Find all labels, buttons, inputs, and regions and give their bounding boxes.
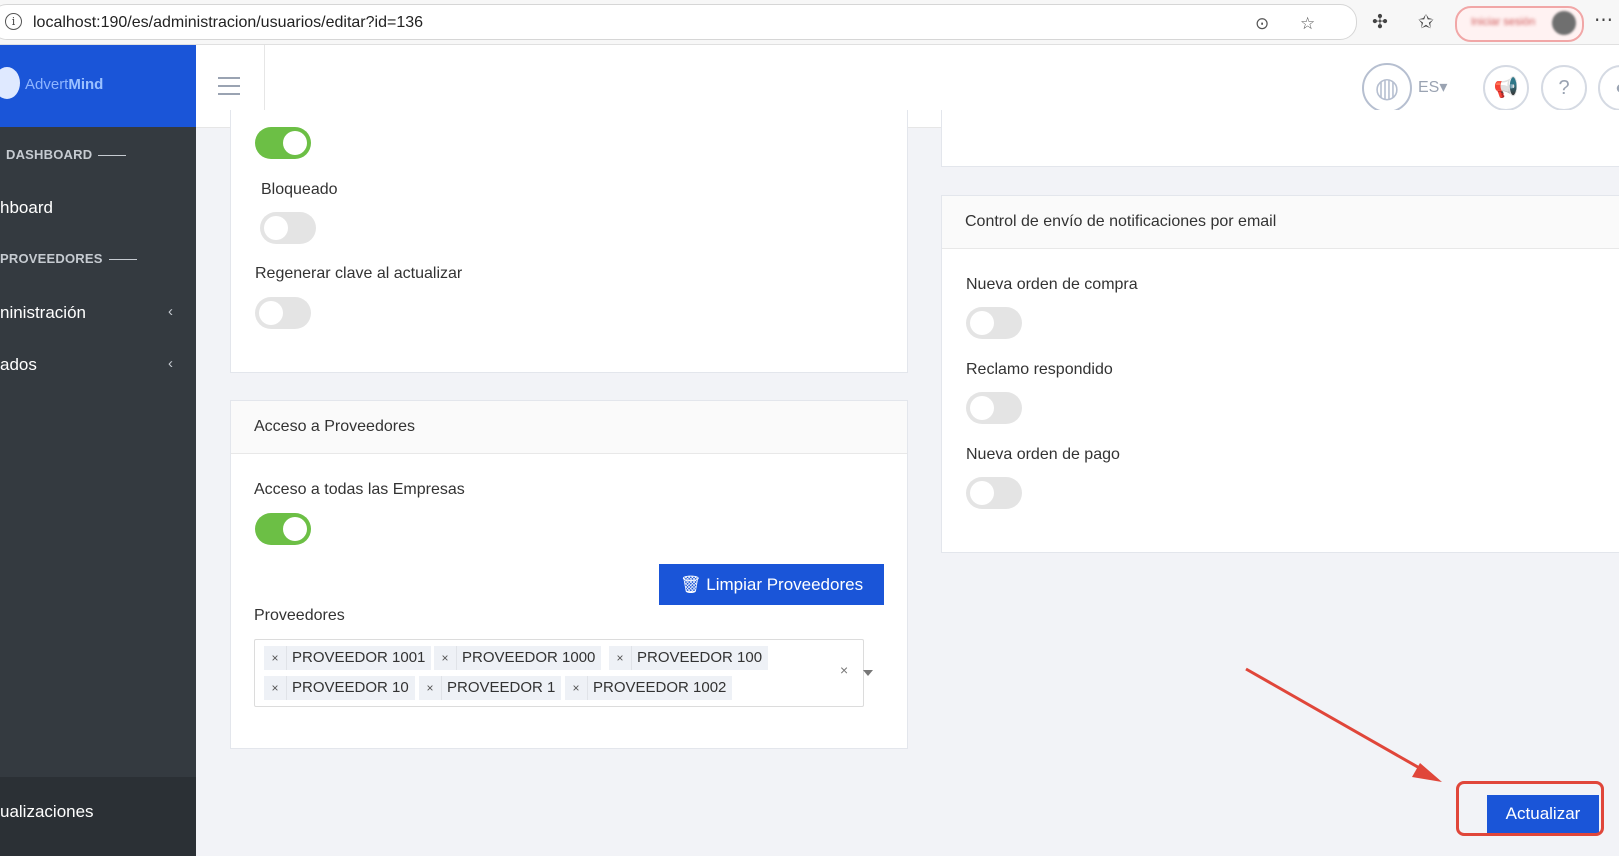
- annotation-overlay: [1245, 667, 1442, 782]
- annotation-highlight-box: [1456, 781, 1604, 836]
- annotation-arrow: [1245, 667, 1431, 776]
